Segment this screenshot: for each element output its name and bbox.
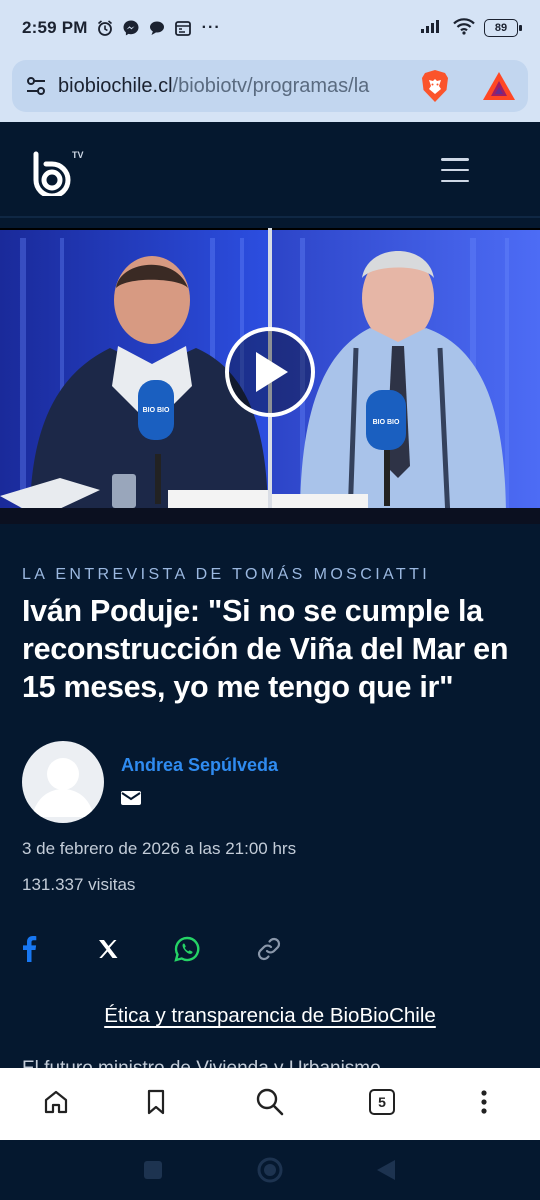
status-bar: 2:59 PM ··· 89 — [0, 0, 540, 56]
menu-line — [441, 179, 469, 182]
author-name-link[interactable]: Andrea Sepúlveda — [121, 755, 278, 776]
wifi-icon — [452, 17, 476, 40]
site-header: TV — [0, 122, 540, 218]
share-bar — [0, 934, 540, 968]
article-kicker[interactable]: LA ENTREVISTA DE TOMÁS MOSCIATTI — [22, 566, 430, 584]
search-icon[interactable] — [254, 1086, 286, 1118]
tabs-count: 5 — [369, 1089, 395, 1115]
play-icon[interactable] — [225, 327, 315, 417]
avatar-placeholder-icon — [32, 758, 94, 817]
article-headline: Iván Poduje: "Si no se cumple la reconst… — [22, 594, 509, 704]
signal-icon — [420, 18, 444, 39]
url-text[interactable]: biobiochile.cl/biobiotv/programas/la — [58, 75, 410, 98]
address-bar[interactable]: biobiochile.cl/biobiotv/programas/la — [12, 60, 528, 112]
home-icon[interactable] — [40, 1086, 72, 1118]
brave-rewards-icon[interactable] — [482, 71, 516, 101]
recents-icon[interactable] — [139, 1156, 167, 1184]
author-avatar[interactable] — [22, 741, 104, 823]
status-time: 2:59 PM — [22, 18, 88, 37]
system-navigation-bar — [0, 1140, 540, 1200]
url-path: /biobiotv/programas/la — [172, 74, 370, 97]
visit-count: 131.337 visitas — [22, 875, 136, 894]
bookmark-icon[interactable] — [140, 1086, 172, 1118]
browser-bottom-bar: 5 — [0, 1068, 540, 1140]
notification-icons — [96, 19, 192, 37]
home-nav-icon[interactable] — [256, 1156, 284, 1184]
screen: 2:59 PM ··· 89 biobiochile.cl/biobiotv/p… — [0, 0, 540, 1200]
menu-line — [441, 158, 469, 161]
chat-icon — [148, 19, 166, 37]
brave-shields-icon[interactable] — [420, 69, 450, 103]
system-icons: 89 — [420, 17, 522, 40]
link-icon[interactable] — [254, 934, 284, 964]
more-notifications-icon: ··· — [201, 19, 221, 36]
menu-line — [441, 168, 469, 172]
tabs-button[interactable]: 5 — [366, 1086, 398, 1118]
x-icon[interactable] — [93, 934, 123, 964]
svg-text:TV: TV — [72, 150, 84, 160]
biobiotv-logo[interactable]: TV — [30, 146, 88, 196]
url-domain: biobiochile.cl — [58, 74, 173, 97]
mic-label-left: BIO BIO — [143, 407, 170, 414]
back-icon[interactable] — [372, 1156, 400, 1184]
calendar-icon — [174, 19, 192, 37]
more-menu-icon[interactable] — [468, 1086, 500, 1118]
mail-icon[interactable] — [121, 790, 141, 806]
mic-label-right: BIO BIO — [373, 419, 400, 426]
alarm-icon — [96, 19, 114, 37]
hamburger-menu-icon[interactable] — [441, 158, 469, 182]
ethics-link[interactable]: Ética y transparencia de BioBioChile — [0, 1004, 540, 1028]
messenger-icon — [122, 19, 140, 37]
facebook-icon[interactable] — [14, 934, 44, 964]
battery-level: 89 — [494, 22, 508, 34]
battery-icon: 89 — [484, 19, 522, 37]
site-settings-icon[interactable] — [24, 74, 48, 98]
browser-toolbar: biobiochile.cl/biobiotv/programas/la — [0, 56, 540, 122]
whatsapp-icon[interactable] — [172, 934, 202, 964]
publish-date: 3 de febrero de 2026 a las 21:00 hrs — [22, 839, 297, 858]
